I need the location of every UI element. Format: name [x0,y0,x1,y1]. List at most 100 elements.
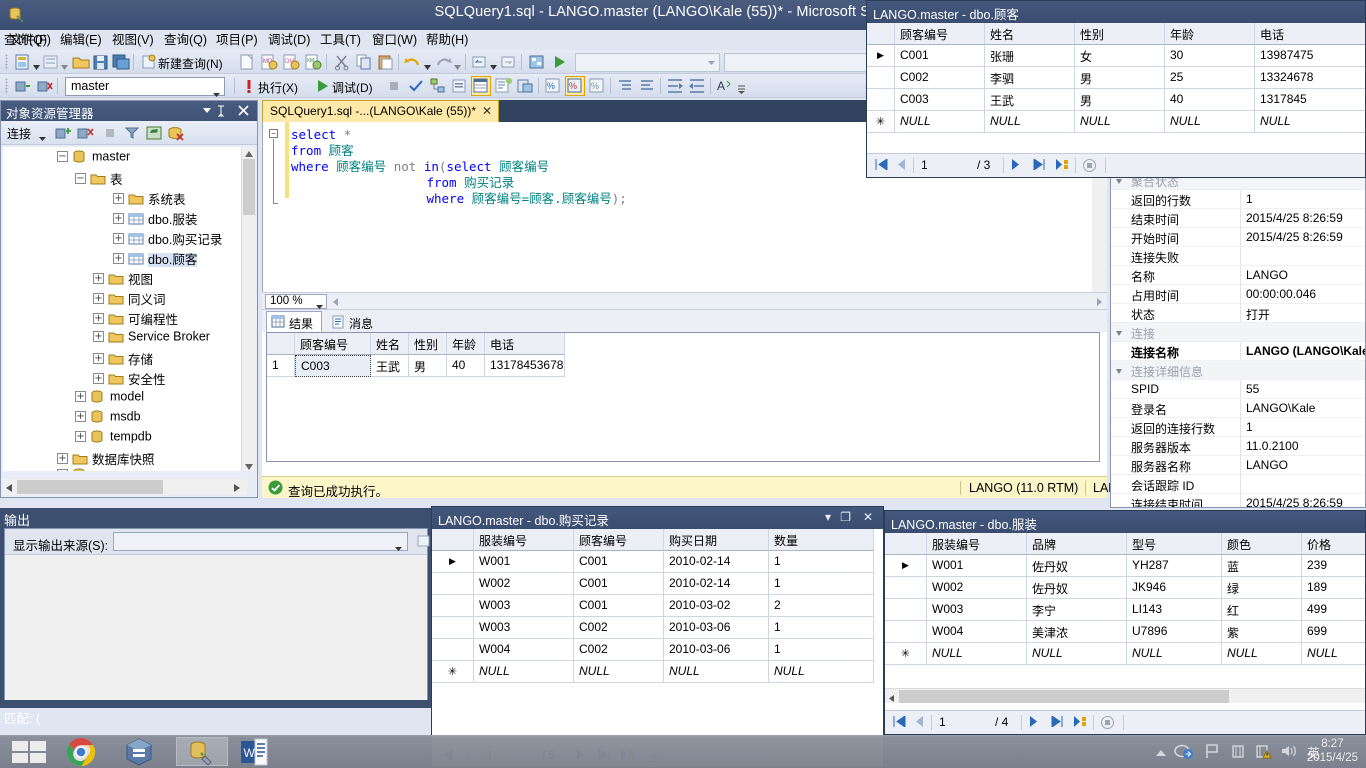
grid-header-cell[interactable]: 年龄 [447,333,485,355]
grid-cell-null[interactable]: NULL [1165,111,1255,133]
uncomment-lines-button[interactable]: % [565,76,585,96]
connect-dropdown-label[interactable]: 连接 [7,125,31,142]
new-dmx-query-icon[interactable]: DM [282,53,300,71]
execute-warning-icon[interactable] [240,77,258,95]
menu-window[interactable]: 窗口(W) [368,32,421,49]
tree-node-storage[interactable]: + 存储 [93,349,153,369]
menu-help[interactable]: 帮助(H) [422,32,472,49]
property-group-connection-details[interactable]: 连接详细信息 [1111,361,1365,380]
close-icon-2[interactable]: ✕ [863,510,873,524]
clock[interactable]: 8:27 2015/4/25 [1307,737,1358,765]
grid-header-cell[interactable]: 型号 [1127,533,1222,555]
grid-cell-null[interactable]: NULL [1127,643,1222,665]
grid-cell[interactable]: 1 [769,551,874,573]
next-record-icon-3[interactable] [1029,716,1038,730]
purchase-grid[interactable]: 服装编号 顾客编号 购买日期 数量 ▶ W001 C001 2010-02-14… [432,529,883,744]
expand-icon-12[interactable]: + [75,411,86,423]
table-row[interactable]: W004 美津浓 U7896 紫 699 [885,621,1365,643]
clothing-hscrollbar[interactable] [885,688,1365,703]
grid-header-cell[interactable]: 价格 [1302,533,1365,555]
property-state[interactable]: 状态 打开 [1111,304,1365,323]
grid-cell-null[interactable]: NULL [769,661,874,683]
table-row[interactable]: W004 C002 2010-03-06 1 [432,639,883,661]
tree-node-model[interactable]: + model [75,389,144,409]
display-estimated-plan-icon[interactable] [429,77,447,95]
cut-icon[interactable] [333,53,351,71]
grid-cell[interactable]: 男 [409,355,447,377]
oe-stop-refresh-icon[interactable] [167,124,185,142]
menu-tools[interactable]: 工具(T) [316,32,365,49]
previous-record-icon[interactable] [897,159,906,173]
menu-query[interactable]: 查询(Q) [0,32,51,49]
tab-messages[interactable]: 消息 [326,311,383,332]
new-mdx-query-icon[interactable]: MD [260,53,278,71]
tree-node-tempdb[interactable]: + tempdb [75,429,152,449]
new-query-icon[interactable] [140,53,158,71]
comment-selection-icon[interactable]: % [588,77,606,95]
table-row[interactable]: W003 C001 2010-03-02 2 [432,595,883,617]
expand-icon-7[interactable]: + [93,313,104,324]
query-results-grid[interactable]: 顾客编号 姓名 性别 年龄 电话 1 C003 王武 男 40 13178453… [266,332,1100,462]
results-to-text-icon[interactable] [494,77,512,95]
grid-header-cell[interactable]: 性别 [409,333,447,355]
clothing-table-window[interactable]: LANGO.master - dbo.服装 服装编号 品牌 型号 颜色 价格 ▶… [884,510,1366,735]
database-combo[interactable]: master [65,77,225,97]
expand-icon-3[interactable]: + [113,233,124,244]
grid-cell-null[interactable]: NULL [574,661,664,683]
output-toolbar-icon[interactable] [417,534,431,551]
table-row[interactable]: ▶ W001 佐丹奴 YH287 蓝 239 [885,555,1365,577]
record-number-input-3[interactable]: 1 [939,715,946,729]
grid-cell[interactable]: 189 [1302,577,1365,599]
table-row[interactable]: ▶ W001 C001 2010-02-14 1 [432,551,883,573]
taskbar-virtualbox[interactable] [120,737,160,766]
save-icon[interactable] [92,53,110,71]
table-row[interactable]: C002 李驷 男 25 13324678 [867,67,1365,89]
tree-node-dbo-clothing[interactable]: + dbo.服装 [113,209,197,229]
scroll-left-arrow-icon[interactable] [5,482,14,496]
object-explorer-hscrollbar[interactable] [3,479,247,495]
grid-cell[interactable]: 美津浓 [1027,621,1127,643]
property-elapsed-time[interactable]: 占用时间 00:00:00.046 [1111,285,1365,304]
menu-edit[interactable]: 编辑(E) [56,32,106,49]
grid-cell[interactable]: W004 [474,639,574,661]
clothing-hscrollbar-thumb[interactable] [899,690,1229,703]
property-group-connection[interactable]: 连接 [1111,323,1365,342]
grid-cell[interactable]: 红 [1222,599,1302,621]
redo-chevron-icon[interactable] [454,59,461,70]
minimize-icon[interactable]: ▾ [825,510,831,524]
table-row[interactable]: ▶ C001 张珊 女 30 13987475 [867,45,1365,67]
tray-expand-icon[interactable] [1156,746,1166,760]
grid-cell[interactable]: 紫 [1222,621,1302,643]
grid-cell[interactable]: W001 [474,551,574,573]
new-xmla-query-icon[interactable]: XM [304,53,322,71]
tree-node-db-snapshots[interactable]: + 数据库快照 [57,449,155,469]
table-row-new[interactable]: ✳ NULL NULL NULL NULL NULL [867,111,1365,133]
output-text-area[interactable] [5,555,427,700]
customer-table-window[interactable]: LANGO.master - dbo.顾客 顾客编号 姓名 性别 年龄 电话 ▶… [866,0,1366,178]
grid-header-cell[interactable]: 性别 [1075,23,1165,45]
property-finish-time[interactable]: 结束时间 2015/4/25 8:26:59 [1111,209,1365,228]
new-record-icon-3[interactable] [1073,716,1087,730]
grid-cell[interactable]: 李宁 [1027,599,1127,621]
copy-icon[interactable] [355,53,373,71]
object-explorer-tree[interactable]: − master − 表 + 系统表 + dbo.服装 + dbo.购买记录 + dbo.顾… [3,147,247,471]
clothing-grid[interactable]: 服装编号 品牌 型号 颜色 价格 ▶ W001 佐丹奴 YH287 蓝 239 … [885,533,1365,688]
new-query-doc-icon[interactable] [238,53,256,71]
expand-icon-13[interactable]: + [75,431,86,443]
save-all-icon[interactable] [112,53,130,71]
expand-icon-10[interactable]: + [93,373,104,384]
chevron-down-icon-2[interactable] [61,59,68,70]
tree-node-dbo-purchase[interactable]: + dbo.购买记录 [113,229,222,249]
navigate-backward-icon[interactable] [471,53,489,71]
navigate-chevron-icon[interactable] [490,59,497,70]
grid-cell[interactable]: 1317845 [1255,89,1365,111]
tree-node-service-broker[interactable]: + Service Broker [93,329,210,349]
close-icon[interactable]: ✕ [482,104,492,118]
expand-icon-2[interactable]: + [113,213,124,224]
grid-header-cell[interactable]: 服装编号 [474,529,574,551]
grid-cell[interactable]: 13987475 [1255,45,1365,67]
grid-header-cell[interactable]: 购买日期 [664,529,769,551]
expand-icon-8[interactable]: + [93,331,104,343]
font-size-icon[interactable]: A [716,77,734,95]
decrease-indent-icon[interactable] [616,77,634,95]
